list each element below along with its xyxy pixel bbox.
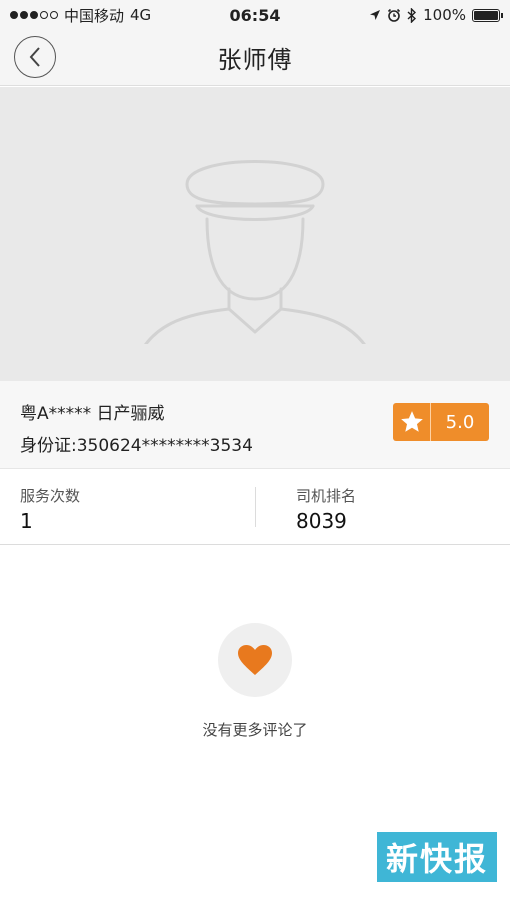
plate-and-car-model: 粤A***** 日产骊威: [20, 404, 165, 424]
driver-stats: 服务次数 1 司机排名 8039: [0, 469, 510, 545]
battery-percent: 100%: [423, 6, 466, 24]
driver-avatar-placeholder-icon: [144, 160, 366, 344]
signal-strength-icon: [10, 11, 58, 19]
status-right: 100%: [330, 6, 503, 24]
driver-info: 粤A***** 日产骊威 身份证:350624********3534 5.0: [0, 381, 510, 469]
status-bar: 中国移动 4G 06:54 100%: [0, 0, 510, 30]
service-count-value: 1: [20, 509, 33, 533]
network-type: 4G: [130, 6, 152, 24]
page-title: 张师傅: [217, 46, 293, 74]
driver-rank-value: 8039: [296, 509, 347, 533]
bluetooth-icon: [407, 7, 417, 23]
status-time: 06:54: [229, 5, 281, 25]
watermark-logo: 新快报: [377, 832, 497, 882]
heart-icon: [238, 645, 272, 675]
driver-photo: [0, 87, 510, 381]
rating-badge[interactable]: 5.0: [393, 403, 489, 441]
service-count-label: 服务次数: [20, 487, 81, 505]
driver-rank-label: 司机排名: [296, 487, 357, 505]
battery-icon: [472, 8, 503, 22]
star-icon: [393, 403, 431, 441]
no-more-reviews-text: 没有更多评论了: [202, 721, 308, 739]
empty-reviews-badge: [218, 623, 292, 697]
location-icon: [370, 10, 381, 20]
nav-bar: 张师傅: [0, 30, 510, 86]
rating-value: 5.0: [445, 411, 475, 433]
alarm-icon: [388, 8, 401, 22]
chevron-left-icon: [29, 47, 40, 67]
carrier-name: 中国移动: [64, 6, 125, 25]
stats-divider: [255, 487, 256, 527]
back-button[interactable]: [14, 36, 56, 78]
status-left: 中国移动 4G: [10, 5, 180, 26]
id-card-number: 身份证:350624********3534: [20, 436, 253, 456]
